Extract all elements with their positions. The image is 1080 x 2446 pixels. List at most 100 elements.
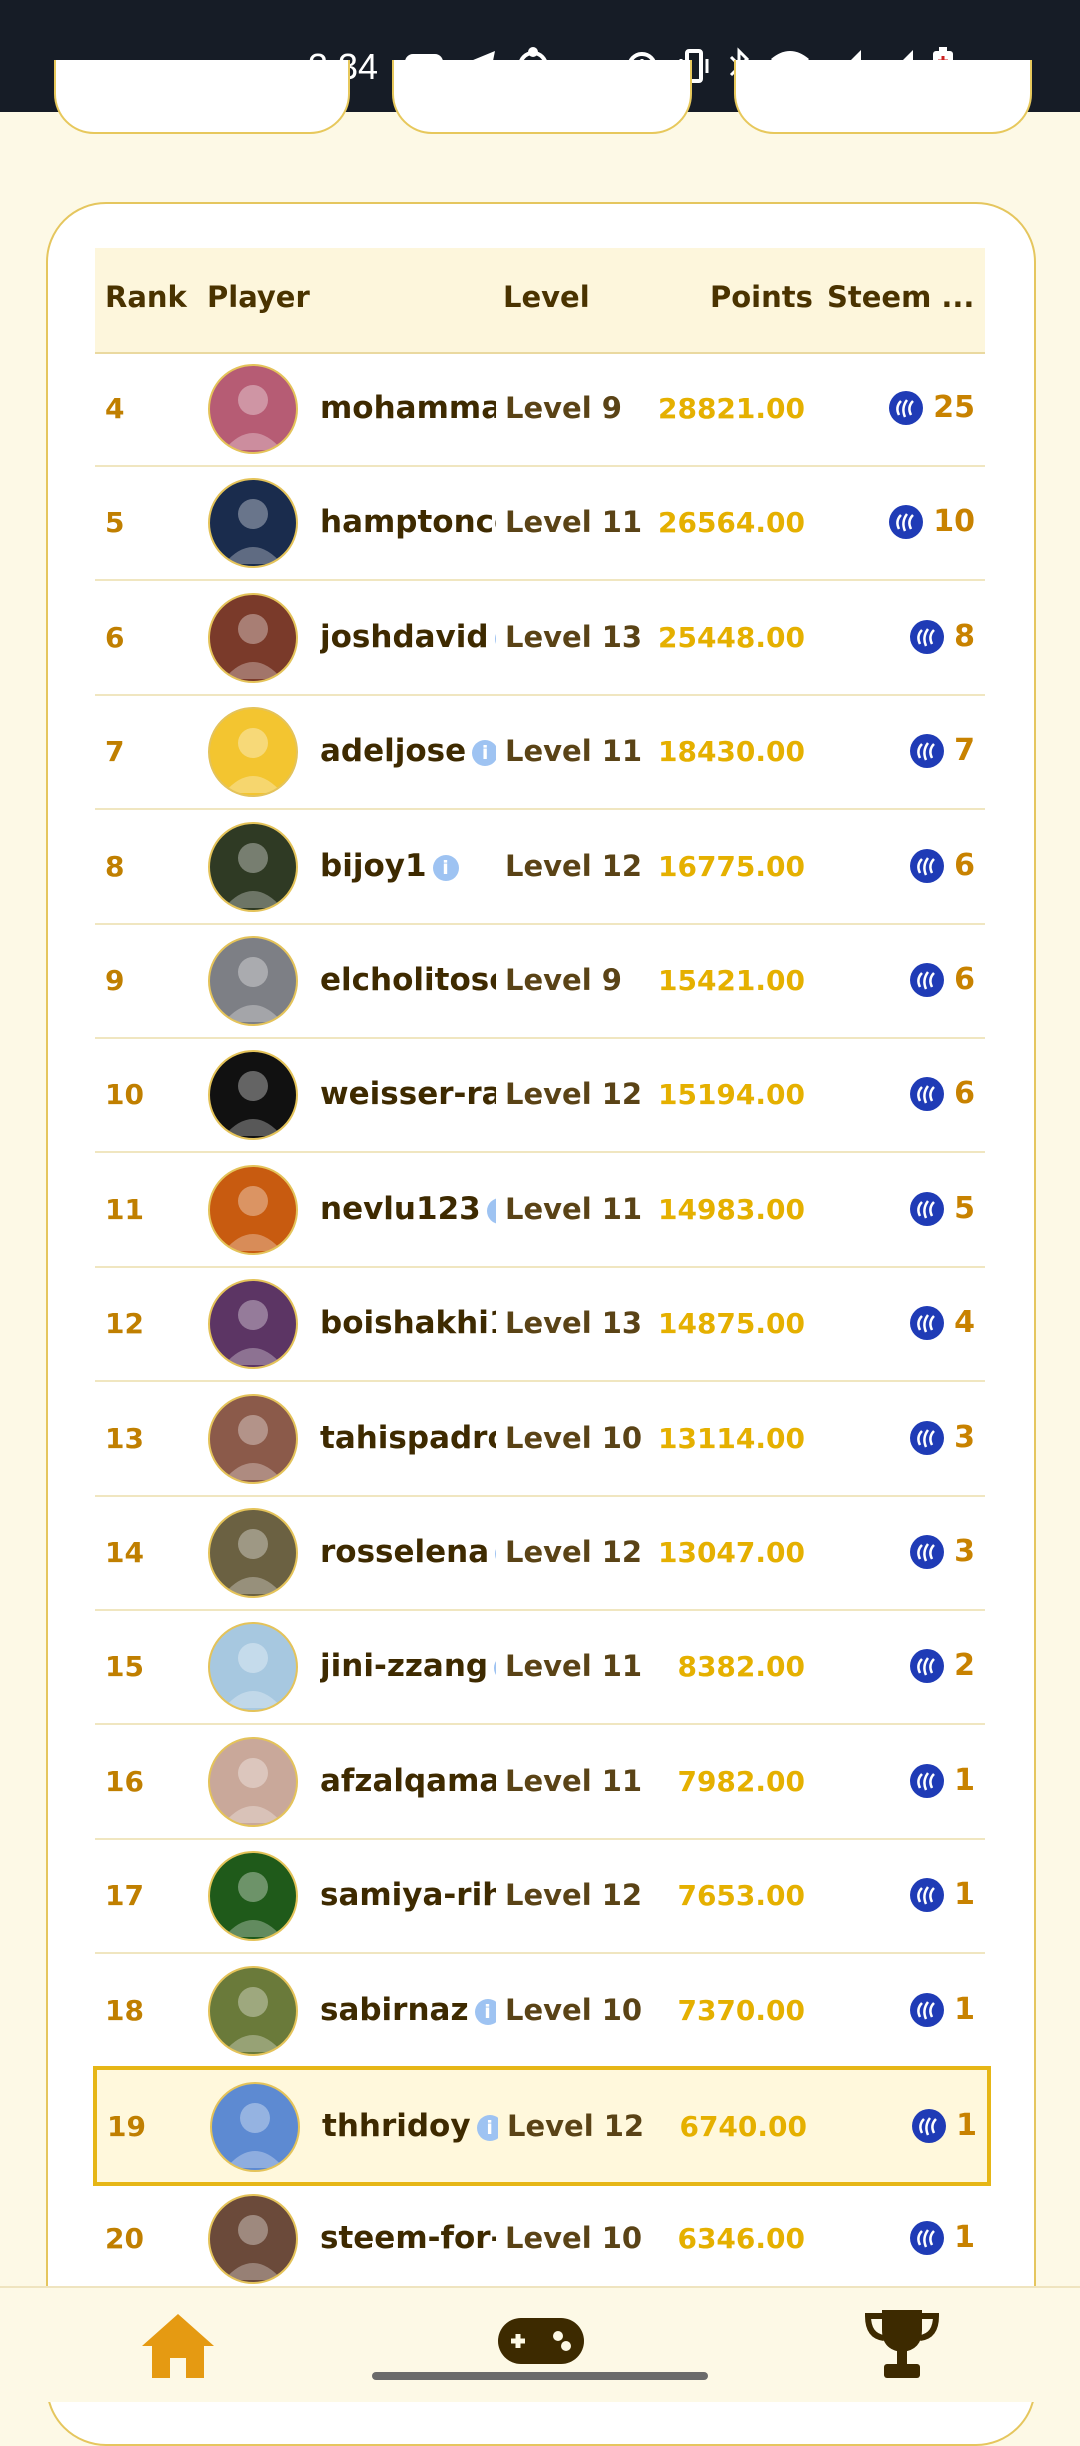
info-icon[interactable]: i <box>476 2114 498 2141</box>
leaderboard-row[interactable]: 14 rosselenai Level 12 13047.00 3 <box>95 1496 985 1611</box>
game-controller-icon[interactable] <box>496 2312 586 2372</box>
info-icon[interactable]: i <box>472 739 496 766</box>
player-username[interactable]: sabirnaz i <box>320 1992 496 2028</box>
player-level: Level 12 <box>505 849 643 883</box>
player-username[interactable]: rosselenai <box>320 1534 496 1570</box>
steem-icon <box>889 390 924 425</box>
steem-value: 1 <box>954 1763 975 1798</box>
leaderboard-row[interactable]: 13 tahispadro Level 10 13114.00 3 <box>95 1382 985 1497</box>
steem-value: 25 <box>933 390 975 425</box>
steem-reward: 10 <box>889 504 975 539</box>
avatar[interactable] <box>208 1622 298 1712</box>
leaderboard-row[interactable]: 7 adeljose i Level 11 18430.00 7 <box>95 695 985 810</box>
avatar[interactable] <box>208 1165 298 1255</box>
player-username[interactable]: joshdavidi <box>320 619 496 655</box>
steem-icon <box>910 1992 945 2027</box>
avatar[interactable] <box>210 2082 300 2172</box>
avatar[interactable] <box>208 936 298 1026</box>
player-username[interactable]: mohammad <box>320 390 496 426</box>
leaderboard-row[interactable]: 18 sabirnaz i Level 10 7370.00 1 <box>95 1954 985 2069</box>
avatar[interactable] <box>208 1508 298 1598</box>
steem-value: 6 <box>954 1076 975 1111</box>
leaderboard-row[interactable]: 12 boishakhi12 Level 13 14875.00 4 <box>95 1267 985 1382</box>
player-username[interactable]: afzalqamar <box>320 1763 496 1799</box>
player-points: 15421.00 <box>657 964 805 997</box>
player-username[interactable]: elcholitosc <box>320 962 496 998</box>
rank-value: 18 <box>105 1994 144 2027</box>
leaderboard-row[interactable]: 10 weisser-ra Level 12 15194.00 6 <box>95 1038 985 1153</box>
leaderboard-row[interactable]: 15 jini-zzangi Level 11 8382.00 2 <box>95 1610 985 1725</box>
player-username[interactable]: thhridoy i <box>322 2108 498 2144</box>
avatar[interactable] <box>208 1394 298 1484</box>
player-username[interactable]: jini-zzangi <box>320 1648 496 1684</box>
trophy-icon[interactable] <box>862 2306 942 2386</box>
info-icon[interactable]: i <box>474 1998 496 2025</box>
avatar[interactable] <box>208 1279 298 1369</box>
avatar[interactable] <box>208 1737 298 1827</box>
steem-reward: 1 <box>910 1763 975 1798</box>
steem-icon <box>910 1076 945 1111</box>
steem-icon <box>910 1191 945 1226</box>
info-icon[interactable]: i <box>494 625 496 652</box>
player-level: Level 11 <box>505 1192 643 1226</box>
header-level: Level <box>503 280 590 314</box>
steem-reward: 6 <box>910 962 975 997</box>
player-points: 13047.00 <box>657 1536 805 1569</box>
avatar[interactable] <box>208 1050 298 1140</box>
player-username[interactable]: steem-for- <box>320 2220 496 2256</box>
info-icon[interactable]: i <box>494 1654 496 1681</box>
leaderboard-row[interactable]: 9 elcholitosc Level 9 15421.00 6 <box>95 924 985 1039</box>
steem-icon <box>889 504 924 539</box>
avatar[interactable] <box>208 593 298 683</box>
top-tab-1[interactable] <box>54 60 350 134</box>
player-username[interactable]: tahispadro <box>320 1420 496 1456</box>
gesture-bar[interactable] <box>372 2372 708 2380</box>
player-username[interactable]: boishakhi12 <box>320 1305 496 1341</box>
player-points: 25448.00 <box>657 621 805 654</box>
leaderboard-row[interactable]: 8 bijoy1 i Level 12 16775.00 6 <box>95 810 985 925</box>
avatar[interactable] <box>208 1851 298 1941</box>
leaderboard-row[interactable]: 4 mohammad Level 9 28821.00 25 <box>95 352 985 467</box>
avatar[interactable] <box>208 822 298 912</box>
player-username[interactable]: adeljose i <box>320 733 496 769</box>
avatar[interactable] <box>208 478 298 568</box>
player-name: adeljose <box>320 733 467 769</box>
leaderboard-row[interactable]: 16 afzalqamar Level 11 7982.00 1 <box>95 1725 985 1840</box>
leaderboard-row[interactable]: 5 hamptoncc Level 11 26564.00 10 <box>95 466 985 581</box>
top-tab-3[interactable] <box>734 60 1032 134</box>
avatar[interactable] <box>208 1966 298 2056</box>
leaderboard-row[interactable]: 19 thhridoy i Level 12 6740.00 1 <box>93 2066 991 2186</box>
avatar[interactable] <box>208 707 298 797</box>
info-icon[interactable]: i <box>495 1540 496 1567</box>
player-name: sabirnaz <box>320 1992 469 2028</box>
leaderboard-row[interactable]: 11 nevlu123i Level 11 14983.00 5 <box>95 1153 985 1268</box>
player-level: Level 13 <box>505 1306 643 1340</box>
player-level: Level 12 <box>505 1535 643 1569</box>
player-name: rosselena <box>320 1534 490 1570</box>
home-icon[interactable] <box>138 2310 218 2384</box>
leaderboard-row[interactable]: 17 samiya-rih Level 12 7653.00 1 <box>95 1839 985 1954</box>
info-icon[interactable]: i <box>486 1197 496 1224</box>
player-username[interactable]: hamptoncc <box>320 504 496 540</box>
steem-icon <box>910 1648 945 1683</box>
player-points: 7653.00 <box>677 1879 805 1912</box>
steem-reward: 7 <box>910 733 975 768</box>
leaderboard-row[interactable]: 6 joshdavidi Level 13 25448.00 8 <box>95 581 985 696</box>
player-username[interactable]: nevlu123i <box>320 1191 496 1227</box>
top-tab-2[interactable] <box>392 60 692 134</box>
rank-value: 5 <box>105 506 125 539</box>
rank-value: 14 <box>105 1536 144 1569</box>
info-icon[interactable]: i <box>432 854 459 881</box>
avatar[interactable] <box>208 364 298 454</box>
header-points: Points <box>710 280 813 314</box>
player-points: 18430.00 <box>657 735 805 768</box>
leaderboard-row[interactable]: 20 steem-for- Level 10 6346.00 1 <box>95 2182 985 2297</box>
player-level: Level 9 <box>505 391 622 425</box>
avatar[interactable] <box>208 2194 298 2284</box>
player-username[interactable]: samiya-rih <box>320 1877 496 1913</box>
player-username[interactable]: bijoy1 i <box>320 848 496 884</box>
player-name: elcholitosc <box>320 962 496 998</box>
player-name: jini-zzang <box>320 1648 489 1684</box>
player-username[interactable]: weisser-ra <box>320 1076 496 1112</box>
player-name: hamptoncc <box>320 504 496 540</box>
